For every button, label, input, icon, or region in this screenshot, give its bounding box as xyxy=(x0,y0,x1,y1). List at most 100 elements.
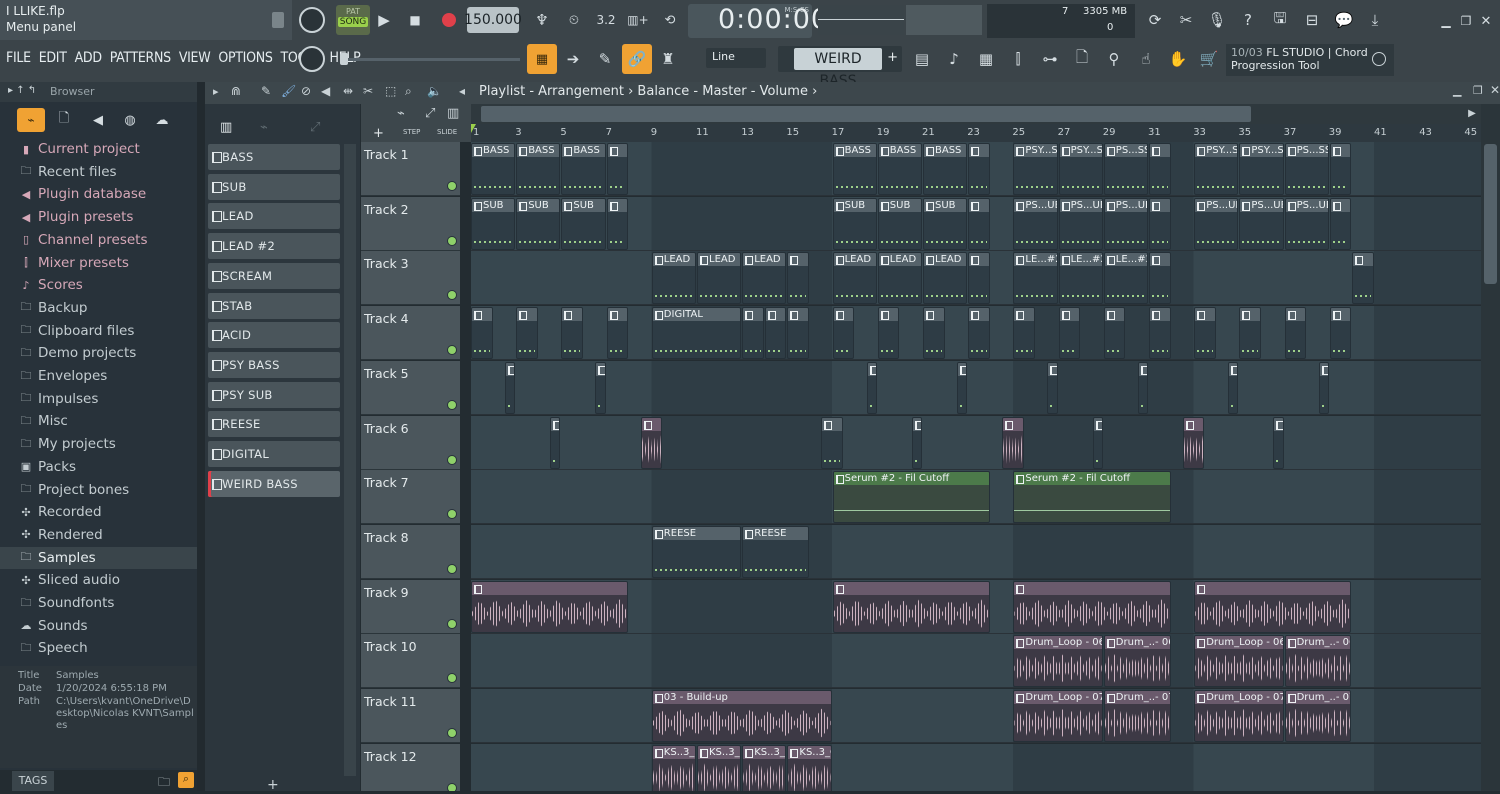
file-icon[interactable]: 🗋 xyxy=(1068,44,1096,74)
close-icon[interactable]: ✕ xyxy=(1476,12,1496,30)
pattern-clip[interactable] xyxy=(832,307,855,360)
undo-history-icon[interactable]: ⟳ xyxy=(1141,5,1169,35)
pattern-clip[interactable]: BASS xyxy=(832,143,877,195)
track-lane[interactable] xyxy=(471,360,1481,415)
pattern-clip[interactable] xyxy=(1092,416,1103,469)
pattern-clip[interactable]: LEAD xyxy=(742,252,787,305)
track-lane[interactable] xyxy=(471,743,1481,791)
track-header[interactable]: Track 11 xyxy=(361,689,460,743)
pattern-clip[interactable]: BASS xyxy=(516,143,561,195)
record-button[interactable] xyxy=(435,5,463,35)
track-lane[interactable] xyxy=(471,524,1481,579)
bar-number[interactable]: 29 xyxy=(1103,127,1116,138)
pattern-clip[interactable]: SUB xyxy=(877,197,922,250)
pattern-clip[interactable] xyxy=(561,307,583,360)
playback-tool-icon[interactable]: 🔈 xyxy=(427,84,442,98)
track-header[interactable]: Track 6 xyxy=(361,415,460,470)
pattern-clip[interactable]: PS...UB xyxy=(1013,197,1058,250)
pattern-clip[interactable]: PS...UB xyxy=(1284,197,1329,250)
save-as-icon[interactable]: ⊟ xyxy=(1298,5,1326,35)
pencil-icon[interactable]: ✎ xyxy=(591,44,619,74)
pattern-clip[interactable] xyxy=(1149,307,1171,360)
pattern-clip[interactable] xyxy=(956,361,968,414)
menu-options[interactable]: OPTIONS xyxy=(218,50,272,66)
pattern-clip[interactable] xyxy=(764,307,787,360)
pattern-clip[interactable] xyxy=(787,307,809,360)
bar-number[interactable]: 25 xyxy=(1012,127,1025,138)
magnet-icon[interactable]: ⋒ xyxy=(231,84,241,98)
pattern-clip[interactable] xyxy=(1239,307,1261,360)
add-pattern-icon[interactable]: + xyxy=(887,50,898,65)
browser-item-my-projects[interactable]: 🗀 My projects xyxy=(18,433,116,455)
bar-number[interactable]: 19 xyxy=(877,127,890,138)
bar-number[interactable]: 43 xyxy=(1419,127,1432,138)
track-mute-led[interactable] xyxy=(448,291,456,300)
master-volume-knob[interactable] xyxy=(299,7,325,33)
channel-scream[interactable]: SCREAM xyxy=(208,262,340,289)
plugin-icon[interactable]: ⚲ xyxy=(1100,44,1128,74)
bar-number[interactable]: 31 xyxy=(1148,127,1161,138)
pattern-clip[interactable]: REESE xyxy=(742,525,809,578)
pattern-clip[interactable] xyxy=(1013,307,1035,360)
pattern-clip[interactable] xyxy=(1329,307,1352,360)
pattern-clip[interactable]: SUB xyxy=(923,197,968,250)
pattern-clip[interactable] xyxy=(1228,361,1239,414)
touch-icon[interactable]: ☝ xyxy=(1132,44,1160,74)
audio-clip[interactable] xyxy=(640,416,663,469)
tree-icon[interactable]: ⊶ xyxy=(1036,44,1064,74)
piano-roll-icon[interactable]: ♪ xyxy=(940,44,968,74)
audio-clip[interactable] xyxy=(1002,416,1024,469)
piano-icon[interactable]: ▥ xyxy=(447,106,459,121)
playlist-button[interactable]: ▦ xyxy=(527,44,557,74)
audio-clip[interactable] xyxy=(1194,580,1352,633)
menu-file[interactable]: FILE xyxy=(6,50,31,66)
browser-item-recorded[interactable]: ✣ Recorded xyxy=(18,501,101,523)
track-mute-led[interactable] xyxy=(448,564,456,573)
bar-number[interactable]: 41 xyxy=(1374,127,1387,138)
channel-weird-bass[interactable]: WEIRD BASS xyxy=(208,470,340,497)
browser-item-backup[interactable]: 🗀 Backup xyxy=(18,297,88,319)
playlist-close-icon[interactable]: ✕ xyxy=(1490,83,1500,97)
news-panel[interactable]: 10/03 FL STUDIO | Chord Progression Tool xyxy=(1226,44,1394,76)
audio-clip[interactable] xyxy=(1013,580,1171,633)
track-mute-led[interactable] xyxy=(448,674,456,683)
pattern-clip[interactable] xyxy=(968,197,990,250)
channel-psy-bass[interactable]: PSY BASS xyxy=(208,351,340,378)
paint-tool-icon[interactable]: 🖌 xyxy=(281,84,296,98)
playlist-breadcrumb[interactable]: Playlist - Arrangement › Balance - Maste… xyxy=(479,84,817,99)
browser-item-plugin-presets[interactable]: ◀ Plugin presets xyxy=(18,206,134,228)
track-header[interactable]: Track 5 xyxy=(361,360,460,415)
picker-audio-icon[interactable]: ⌁ xyxy=(260,120,268,135)
pattern-clip[interactable] xyxy=(1137,361,1148,414)
bar-number[interactable]: 27 xyxy=(1058,127,1071,138)
audio-clip[interactable]: Drum_..- 06 xyxy=(1103,635,1171,688)
pattern-clip[interactable] xyxy=(1103,307,1126,360)
pattern-clip[interactable]: LE...#2 xyxy=(1103,252,1148,305)
metronome-icon[interactable]: ♆ xyxy=(528,5,556,35)
track-header[interactable]: Track 7 xyxy=(361,470,460,525)
pattern-clip[interactable] xyxy=(821,416,843,469)
pattern-clip[interactable]: LEAD xyxy=(697,252,742,305)
menu-edit[interactable]: EDIT xyxy=(39,50,67,66)
track-mute-led[interactable] xyxy=(448,455,456,464)
bar-number[interactable]: 21 xyxy=(922,127,935,138)
select-tool-icon[interactable]: ⬚ xyxy=(385,84,396,98)
pattern-clip[interactable] xyxy=(968,307,990,360)
channel-digital[interactable]: DIGITAL xyxy=(208,441,340,467)
master-slider[interactable] xyxy=(340,53,520,65)
pattern-clip[interactable]: PS...UB xyxy=(1194,197,1239,250)
audio-clip[interactable]: Drum_Loop - 07 xyxy=(1194,690,1284,742)
stamp-icon[interactable]: ♜ xyxy=(654,44,682,74)
pattern-clip[interactable]: LEAD xyxy=(651,252,696,305)
browser-item-current-project[interactable]: ▮ Current project xyxy=(18,138,140,160)
stop-button[interactable]: ■ xyxy=(401,5,429,35)
pattern-clip[interactable]: PS...SS xyxy=(1103,143,1148,195)
pattern-clip[interactable] xyxy=(866,361,877,414)
browser-arrows-icon[interactable]: ▸ ↑ ↰ xyxy=(8,85,36,96)
step-icon[interactable]: ⌁ xyxy=(397,106,405,121)
pattern-clip[interactable] xyxy=(606,197,629,250)
pattern-clip[interactable]: LEAD xyxy=(923,252,968,305)
pattern-clip[interactable]: SUB xyxy=(832,197,877,250)
bar-number[interactable]: 9 xyxy=(651,127,657,138)
automation-clip[interactable]: Serum #2 - Fil Cutoff xyxy=(1013,471,1171,524)
